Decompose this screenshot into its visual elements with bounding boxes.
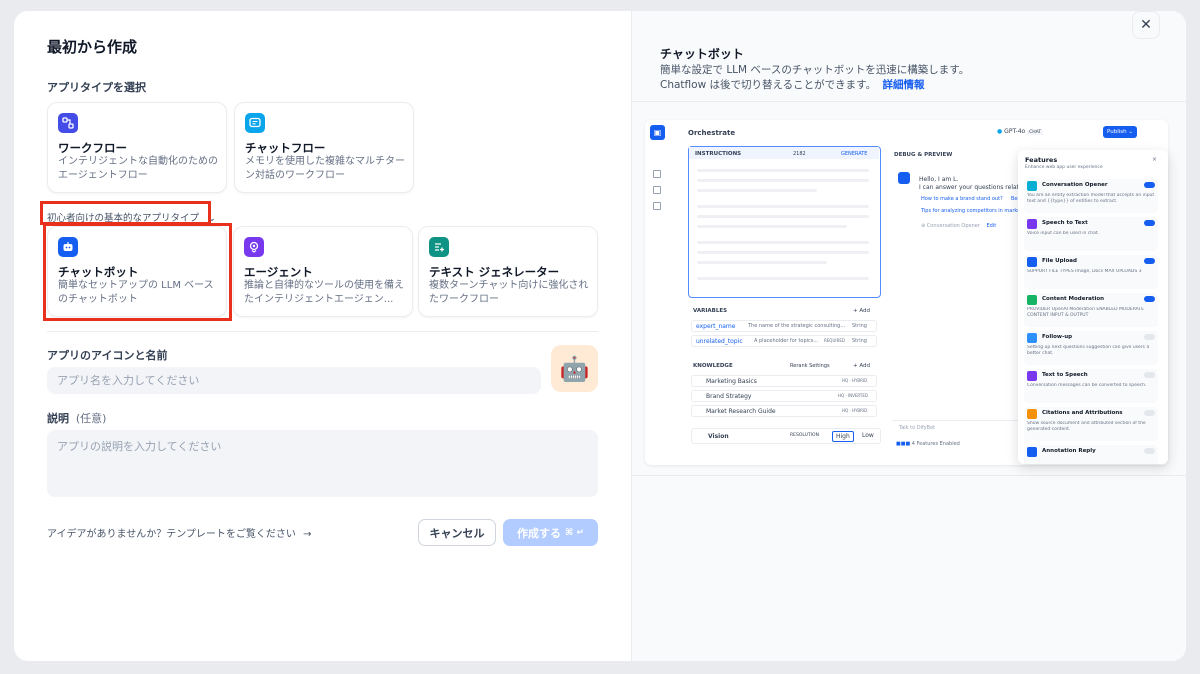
orchestrate-label: Orchestrate xyxy=(688,129,736,137)
workflow-icon xyxy=(58,113,78,133)
text-generator-card[interactable]: テキスト ジェネレーター 複数ターンチャット向けに強化されたワークフロー xyxy=(418,226,598,317)
feature-citations: Citations and Attributions Show source do… xyxy=(1024,407,1158,441)
robot-icon: 🤖 xyxy=(559,354,590,383)
divider xyxy=(47,331,598,332)
app-type-label: アプリタイプを選択 xyxy=(47,81,146,94)
feature-annotation-reply: Annotation Reply xyxy=(1024,445,1158,464)
feature-text-to-speech: Text to Speech Conversation messages can … xyxy=(1024,369,1158,403)
debug-preview-label: DEBUG & PREVIEW xyxy=(894,152,953,158)
text-generator-icon xyxy=(429,237,449,257)
close-icon: × xyxy=(1152,156,1158,163)
left-panel: 最初から作成 アプリタイプを選択 ワークフロー インテリジェントな自動化のための… xyxy=(14,11,631,661)
template-link[interactable]: アイデアがありませんか？テンプレートをご覧ください → xyxy=(47,525,311,540)
feature-speech-to-text: Speech to Text Voice input can be used in… xyxy=(1024,217,1158,251)
learn-more-link[interactable]: 詳細情報 xyxy=(882,79,924,91)
description-textarea[interactable]: アプリの説明を入力してください xyxy=(47,430,598,497)
create-shortcut: ⌘ ↵ xyxy=(564,527,585,538)
text-generator-desc: 複数ターンチャット向けに強化されたワークフロー xyxy=(429,280,589,305)
highlight-chatbot-card xyxy=(43,223,232,321)
agent-desc: 推論と自律的なツールの使用を備えたインテリジェントエージェン... xyxy=(244,280,404,305)
optional-label: (任意) xyxy=(75,412,107,425)
model-selector: ● GPT-4o CHAT xyxy=(997,128,1044,135)
app-name-placeholder: アプリ名を入力してください xyxy=(57,374,200,387)
create-button[interactable]: 作成する ⌘ ↵ xyxy=(503,519,598,546)
workflow-title: ワークフロー xyxy=(58,141,127,155)
workflow-desc: インテリジェントな自動化のためのエージェントフロー xyxy=(58,156,218,181)
feature-follow-up: Follow-up Setting up next questions sugge… xyxy=(1024,331,1158,365)
feature-conversation-opener: Conversation Opener You are an entity ext… xyxy=(1024,179,1158,213)
agent-title: エージェント xyxy=(244,265,313,279)
text-generator-title: テキスト ジェネレーター xyxy=(429,265,560,279)
cancel-button[interactable]: キャンセル xyxy=(418,519,496,546)
description-placeholder: アプリの説明を入力してください xyxy=(57,440,222,453)
feature-content-moderation: Content Moderation PROVIDER OpenAI Modera… xyxy=(1024,293,1158,327)
workflow-card[interactable]: ワークフロー インテリジェントな自動化のためのエージェントフロー xyxy=(47,102,227,193)
instructions-box: INSTRUCTIONS 2182 GENERATE xyxy=(688,146,881,298)
knowledge-label: KNOWLEDGE xyxy=(693,363,733,369)
arrow-right-icon: → xyxy=(303,529,312,540)
variables-label: VARIABLES xyxy=(693,308,728,314)
preview-title: チャットボット xyxy=(660,47,744,61)
publish-button: Publish ⌄ xyxy=(1103,126,1137,138)
agent-card[interactable]: エージェント 推論と自律的なツールの使用を備えたインテリジェントエージェン... xyxy=(233,226,413,317)
app-name-input[interactable]: アプリ名を入力してください xyxy=(47,367,541,394)
chatflow-card[interactable]: チャットフロー メモリを使用した複雑なマルチターン対話のワークフロー xyxy=(234,102,414,193)
chatflow-desc: メモリを使用した複雑なマルチターン対話のワークフロー xyxy=(245,156,405,181)
close-button[interactable]: ✕ xyxy=(1132,11,1160,39)
feature-file-upload: File Upload SUPPORT FILE TYPES Image, Doc… xyxy=(1024,255,1158,289)
chatflow-title: チャットフロー xyxy=(245,141,326,155)
description-label: 説明 (任意) xyxy=(47,412,107,425)
agent-icon xyxy=(244,237,264,257)
app-avatar[interactable]: 🤖 xyxy=(551,345,598,392)
highlight-basic-label xyxy=(40,201,211,225)
chatflow-icon xyxy=(245,113,265,133)
bot-avatar-icon xyxy=(898,172,910,184)
app-logo-icon: ▣ xyxy=(650,125,665,140)
features-panel: Features Enhance web app user experience… xyxy=(1018,150,1168,464)
close-icon: ✕ xyxy=(1140,17,1152,33)
preview-description: 簡単な設定で LLM ベースのチャットボットを迅速に構築します。 Chatflo… xyxy=(660,64,970,91)
dialog-title: 最初から作成 xyxy=(47,38,138,56)
name-label: アプリのアイコンと名前 xyxy=(47,349,168,362)
